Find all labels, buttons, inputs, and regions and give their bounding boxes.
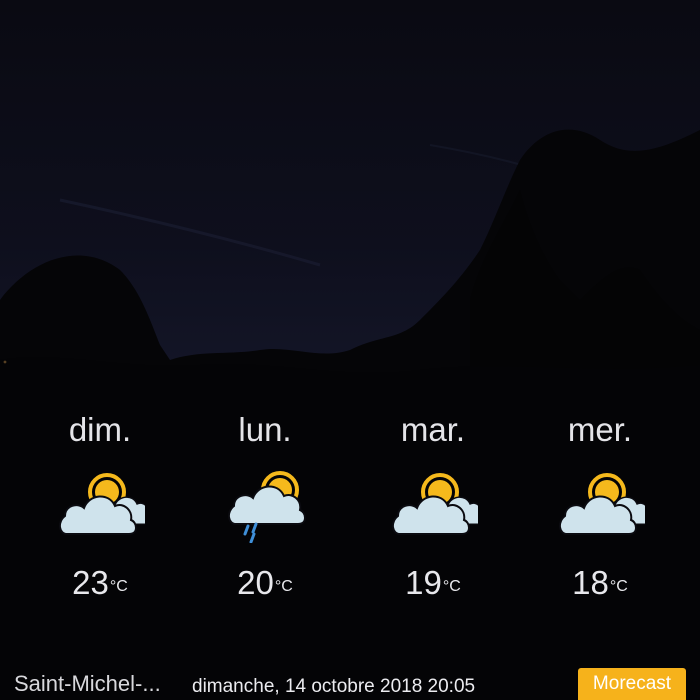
partly-cloudy-icon: [55, 468, 153, 543]
temperature: 20°C: [185, 560, 345, 606]
partly-cloudy-icon: [555, 468, 653, 543]
day-label: dim.: [68, 411, 132, 448]
temperature-unit: °C: [274, 578, 293, 595]
temperature-value: 18: [572, 564, 609, 601]
temperature: 19°C: [353, 560, 513, 606]
forecast-day[interactable]: mer. 18°C: [520, 405, 680, 605]
temperature: 18°C: [520, 560, 680, 606]
forecast-day[interactable]: mar. 19°C: [353, 405, 513, 605]
forecast-day[interactable]: lun. 20°C: [185, 405, 345, 605]
forecast-day[interactable]: dim. 23°C: [20, 405, 180, 605]
cloud-shape: [228, 485, 306, 525]
partly-cloudy-icon: [388, 468, 486, 543]
temperature-unit: °C: [109, 578, 128, 595]
location-label[interactable]: Saint-Michel-...: [14, 668, 161, 700]
day-label: mer.: [567, 411, 633, 448]
day-label: mar.: [400, 411, 466, 448]
temperature-value: 19: [405, 564, 442, 601]
temperature-unit: °C: [442, 578, 461, 595]
temperature-value: 23: [72, 564, 109, 601]
temperature: 23°C: [20, 560, 180, 606]
day-label: lun.: [238, 411, 292, 448]
temperature-unit: °C: [609, 578, 628, 595]
date-time-label: dimanche, 14 octobre 2018 20:05: [192, 676, 476, 697]
rain-cloud-sun-icon: [220, 468, 310, 544]
morecast-button[interactable]: Morecast: [578, 668, 686, 700]
weather-widget: dim. 23°C lun. 20°C mar. 19°C mer. 18°C Saint-M…: [0, 0, 700, 700]
temperature-value: 20: [237, 564, 274, 601]
rain-drops: [243, 522, 258, 544]
